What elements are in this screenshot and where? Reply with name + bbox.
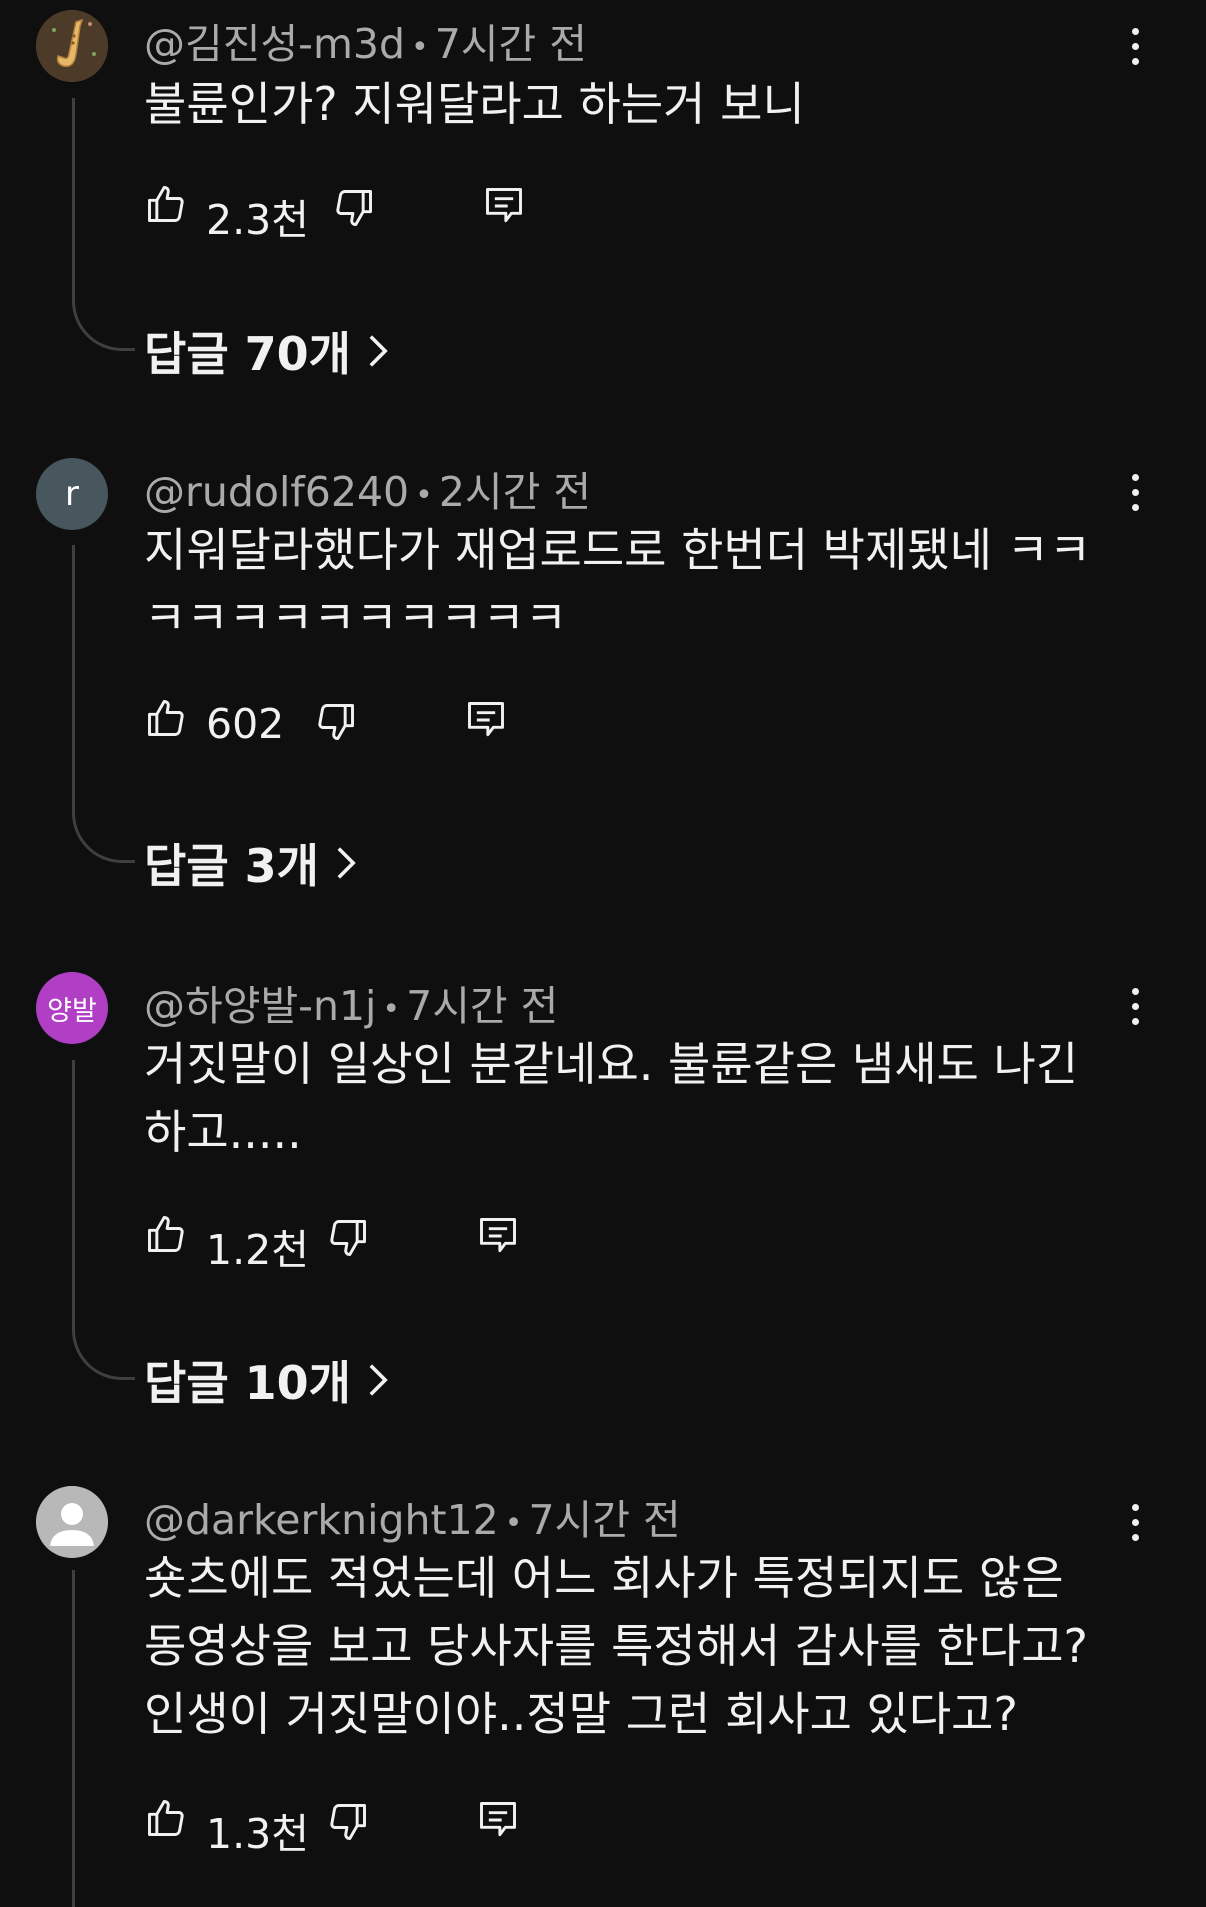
comment-meta: @rudolf6240 • 2시간 전 [144,458,591,518]
like-icon[interactable] [144,1212,188,1256]
avatar[interactable] [36,10,108,82]
comment-time[interactable]: 2시간 전 [439,468,591,516]
separator-dot: • [504,1505,523,1541]
like-icon[interactable] [144,696,188,740]
reply-thread-line [72,545,135,863]
like-count: 602 [206,700,285,748]
avatar[interactable] [36,1486,108,1558]
replies-label: 답글 70개 [144,327,351,381]
comment-meta: @하양발-n1j • 7시간 전 [144,972,558,1032]
reply-icon[interactable] [476,1214,520,1258]
more-options-icon[interactable] [1120,462,1150,522]
comment-meta: @김진성-m3d • 7시간 전 [144,10,587,70]
reply-thread-line [72,98,135,351]
view-replies-button[interactable]: 답글 70개 [144,318,389,384]
replies-label: 답글 10개 [144,1356,351,1410]
comment-author[interactable]: @하양발-n1j [144,982,376,1030]
comment-actions: 602 [144,696,744,748]
more-options-icon[interactable] [1120,976,1150,1036]
chevron-right-icon [369,1364,388,1396]
like-icon[interactable] [144,182,188,226]
comment-text: 거짓말이 일상인 분같네요. 불륜같은 냄새도 나긴하고..... [144,1037,1079,1159]
dislike-icon[interactable] [326,1800,370,1844]
default-user-icon [36,1486,108,1558]
reply-thread-line [72,1060,135,1380]
saxophone-icon [36,10,108,82]
comment-meta: @darkerknight12 • 7시간 전 [144,1486,681,1546]
more-options-icon[interactable] [1120,1492,1150,1552]
avatar-letter: 양발 [47,995,97,1027]
comment-text: 지워달라했다가 재업로드로 한번더 박제됐네 ㅋㅋㅋㅋㅋㅋㅋㅋㅋㅋㅋㅋ [144,523,1092,645]
avatar-letter: r [65,474,79,514]
comment-actions: 1.2천 [144,1212,744,1274]
like-count: 2.3천 [206,196,309,244]
like-count: 1.2천 [206,1226,309,1274]
separator-dot: • [382,991,401,1027]
view-replies-button[interactable]: 답글 3개 [144,830,357,896]
comment-time[interactable]: 7시간 전 [528,1496,680,1544]
reply-icon[interactable] [476,1798,520,1842]
reply-thread-line [72,1570,135,1907]
comment-actions: 2.3천 [144,182,744,244]
dislike-icon[interactable] [326,1216,370,1260]
chevron-right-icon [369,335,388,367]
avatar[interactable]: 양발 [36,972,108,1044]
chevron-right-icon [337,847,356,879]
like-count: 1.3천 [206,1810,309,1858]
comment-time[interactable]: 7시간 전 [406,982,558,1030]
comment-author[interactable]: @김진성-m3d [144,20,405,68]
view-replies-button[interactable]: 답글 10개 [144,1347,389,1413]
reply-icon[interactable] [482,184,526,228]
reply-icon[interactable] [464,698,508,742]
comment-text: 숏츠에도 적었는데 어느 회사가 특정되지도 않은 동영상을 보고 당사자를 특… [144,1551,1088,1741]
like-icon[interactable] [144,1796,188,1840]
dislike-icon[interactable] [332,186,376,230]
comment-time[interactable]: 7시간 전 [435,20,587,68]
avatar[interactable]: r [36,458,108,530]
comment-text: 불륜인가? 지워달라고 하는거 보니 [144,77,805,131]
comment-author[interactable]: @darkerknight12 [144,1496,499,1544]
separator-dot: • [415,477,433,513]
dislike-icon[interactable] [314,700,358,744]
comment-author[interactable]: @rudolf6240 [144,468,409,516]
more-options-icon[interactable] [1120,16,1150,76]
comment-actions: 1.3천 [144,1796,744,1858]
replies-label: 답글 3개 [144,839,319,893]
separator-dot: • [411,29,429,65]
